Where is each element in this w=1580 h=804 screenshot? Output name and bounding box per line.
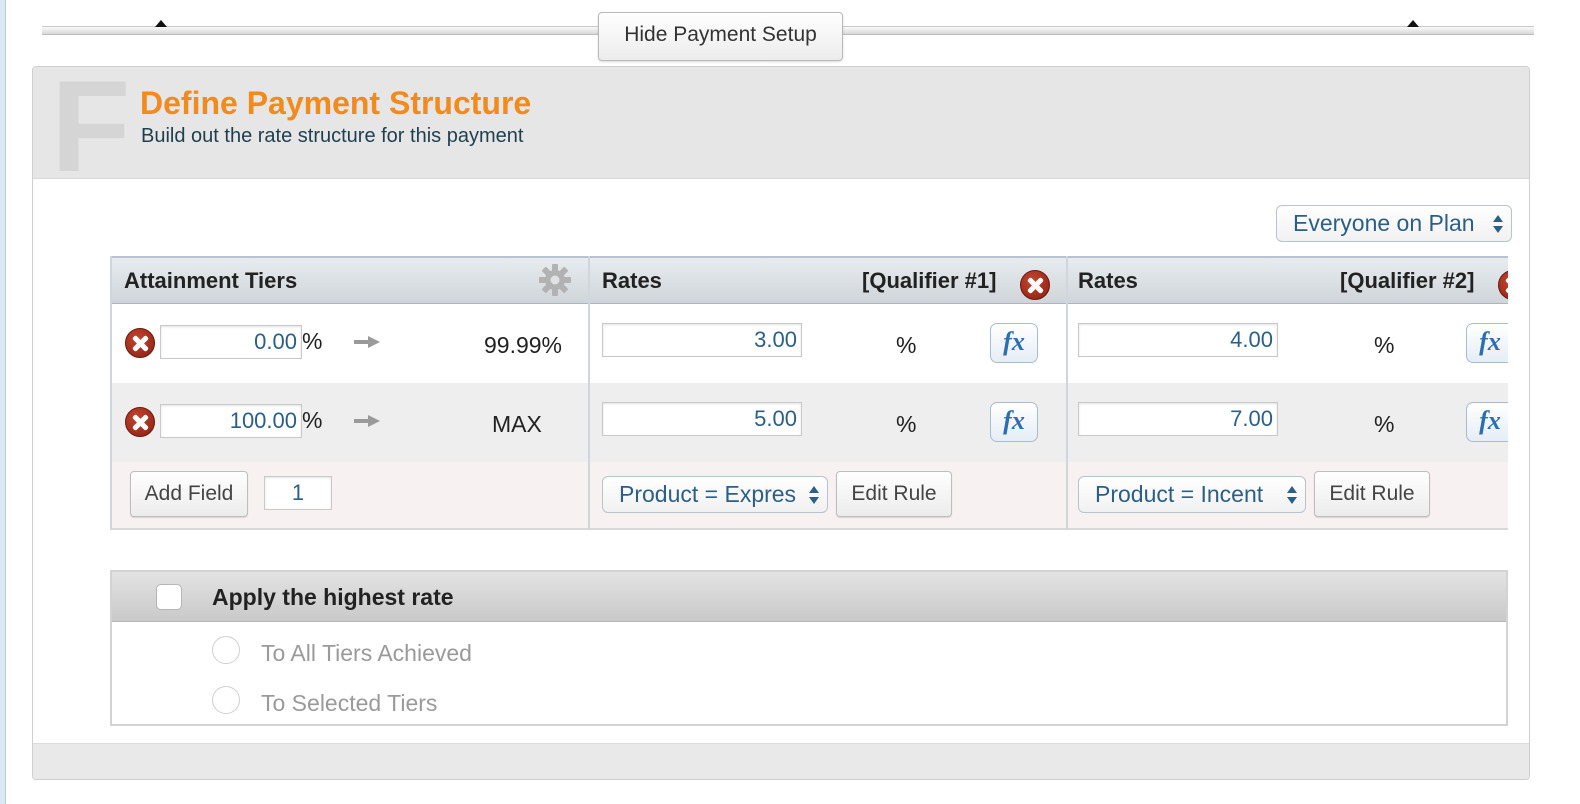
tier-from-unit: % (302, 407, 323, 433)
rate-table: Attainment Tiers 0.00 % 99.99% 100.00 % … (110, 256, 1508, 530)
arrow-right-icon (354, 336, 380, 348)
rate-input[interactable]: 7.00 (1078, 402, 1278, 436)
left-window-edge (0, 0, 6, 804)
rate-row: 7.00 % fx (1068, 383, 1508, 462)
rate-row: 4.00 % fx (1068, 304, 1508, 383)
qualifier-1-label: [Qualifier #1] (862, 268, 997, 293)
edit-rule-button[interactable]: Edit Rule (1314, 471, 1430, 517)
rate-row: 3.00 % fx (590, 304, 1066, 383)
qualifier-1-header: Rates [Qualifier #1] (590, 256, 1066, 304)
rate-input[interactable]: 4.00 (1078, 323, 1278, 357)
formula-fx-button[interactable]: fx (990, 323, 1038, 363)
rate-unit: % (896, 411, 917, 437)
tier-from-unit: % (302, 328, 323, 354)
apply-highest-rate-header: Apply the highest rate (112, 572, 1506, 622)
attainment-tiers-header: Attainment Tiers (112, 256, 588, 304)
qualifier-2-column: Rates [Qualifier #2] 4.00 % fx 7.00 % fx… (1068, 256, 1508, 530)
apply-highest-rate-box: Apply the highest rate To All Tiers Achi… (110, 570, 1508, 726)
qualifier-rule-row: Product = Expres Edit Rule (590, 462, 1066, 530)
apply-highest-rate-label: Apply the highest rate (212, 584, 454, 610)
qualifier-rule-value: Product = Incent (1095, 481, 1264, 507)
page-title: Define Payment Structure (140, 85, 532, 121)
tier-row: 0.00 % 99.99% (112, 304, 588, 383)
radio-all-tiers-label: To All Tiers Achieved (261, 640, 472, 666)
qualifier-rule-row: Product = Incent Edit Rule (1068, 462, 1508, 530)
hide-payment-setup-button[interactable]: Hide Payment Setup (598, 12, 843, 61)
select-updown-icon (1287, 485, 1297, 504)
edit-rule-button[interactable]: Edit Rule (836, 471, 952, 517)
rate-unit: % (1374, 411, 1395, 437)
rates-header: Rates (602, 268, 662, 293)
radio-all-tiers[interactable] (212, 636, 240, 664)
rate-row: 5.00 % fx (590, 383, 1066, 462)
attainment-tiers-column: Attainment Tiers 0.00 % 99.99% 100.00 % … (112, 256, 590, 530)
qualifier-rule-select[interactable]: Product = Expres (602, 476, 828, 513)
audience-select[interactable]: Everyone on Plan (1276, 205, 1512, 242)
qualifier-rule-value: Product = Expres (619, 481, 797, 507)
radio-selected-tiers-label: To Selected Tiers (261, 690, 438, 716)
rates-header: Rates (1078, 268, 1138, 293)
qualifier-rule-select[interactable]: Product = Incent (1078, 476, 1306, 513)
formula-fx-button[interactable]: fx (1466, 402, 1508, 442)
audience-select-value: Everyone on Plan (1293, 210, 1475, 236)
apply-highest-rate-checkbox[interactable] (156, 584, 182, 610)
select-updown-icon (809, 485, 819, 504)
panel-footer (33, 743, 1529, 779)
add-field-count-input[interactable]: 1 (264, 476, 332, 510)
qualifier-2-label: [Qualifier #2] (1340, 268, 1475, 293)
rate-input[interactable]: 5.00 (602, 402, 802, 436)
arrow-right-icon (354, 415, 380, 427)
attainment-tiers-title: Attainment Tiers (124, 268, 298, 293)
delete-tier-icon[interactable] (125, 407, 155, 437)
rate-unit: % (1374, 332, 1395, 358)
panel-header: F Define Payment Structure Build out the… (33, 67, 1529, 191)
radio-selected-tiers[interactable] (212, 686, 240, 714)
tier-row: 100.00 % MAX (112, 383, 588, 462)
qualifier-1-column: Rates [Qualifier #1] 3.00 % fx 5.00 % fx… (590, 256, 1068, 530)
formula-fx-button[interactable]: fx (1466, 323, 1508, 363)
tier-to-value: 99.99% (484, 332, 563, 358)
tier-from-input[interactable]: 0.00 (160, 325, 302, 359)
gear-icon[interactable] (538, 263, 572, 297)
tier-add-row: Add Field 1 (112, 462, 588, 530)
rate-unit: % (896, 332, 917, 358)
tier-to-value: MAX (492, 411, 542, 437)
collapse-arrow-icon[interactable] (155, 20, 167, 27)
delete-tier-icon[interactable] (125, 328, 155, 358)
qualifier-2-header: Rates [Qualifier #2] (1068, 256, 1508, 304)
delete-qualifier-icon[interactable] (1020, 270, 1050, 300)
tier-from-input[interactable]: 100.00 (160, 404, 302, 438)
delete-qualifier-icon[interactable] (1498, 270, 1508, 300)
rate-input[interactable]: 3.00 (602, 323, 802, 357)
select-updown-icon (1493, 214, 1503, 233)
page-subtitle: Build out the rate structure for this pa… (141, 125, 524, 147)
add-field-button[interactable]: Add Field (130, 471, 248, 517)
formula-fx-button[interactable]: fx (990, 402, 1038, 442)
collapse-arrow-icon[interactable] (1407, 20, 1419, 27)
section-letter-f: F (51, 66, 131, 199)
